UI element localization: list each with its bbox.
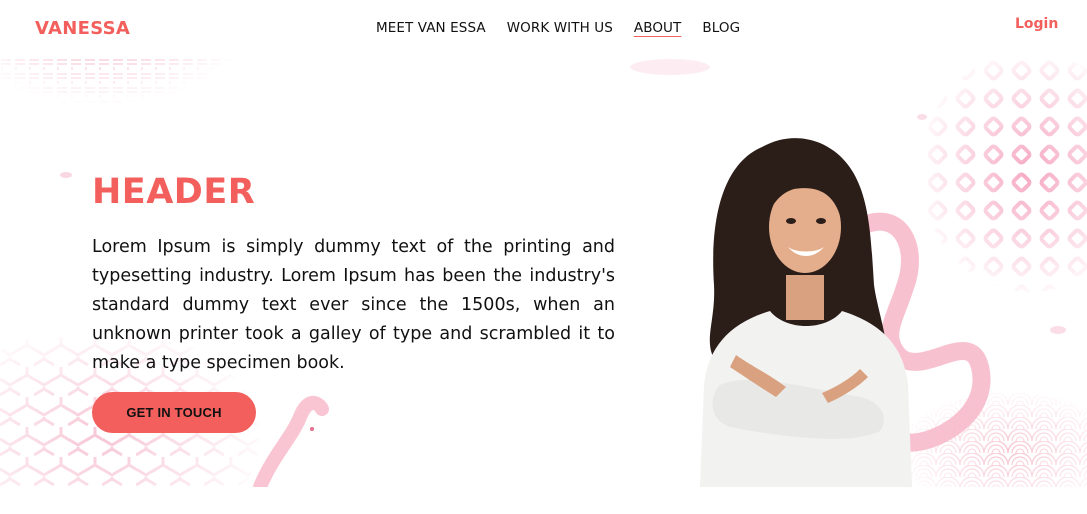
login-link[interactable]: Login [1015,16,1058,32]
woman-portrait-image [700,138,912,487]
nav-item-blog[interactable]: BLOG [702,20,740,36]
get-in-touch-button[interactable]: GET IN TOUCH [92,392,256,433]
hero-section: HEADER Lorem Ipsum is simply dummy text … [0,57,1087,487]
nav-item-work-with-us[interactable]: WORK WITH US [507,20,613,36]
main-nav: MEET VAN ESSA WORK WITH US ABOUT BLOG [376,20,761,36]
hero-content: HEADER Lorem Ipsum is simply dummy text … [92,172,615,433]
hero-body-text: Lorem Ipsum is simply dummy text of the … [92,237,615,373]
top-navigation-bar: VANESSA MEET VAN ESSA WORK WITH US ABOUT… [0,0,1087,57]
hero-title: HEADER [92,172,256,212]
brand-logo[interactable]: VANESSA [35,18,130,39]
nav-item-meet-van-essa[interactable]: MEET VAN ESSA [376,20,486,36]
nav-item-about[interactable]: ABOUT [634,20,682,36]
